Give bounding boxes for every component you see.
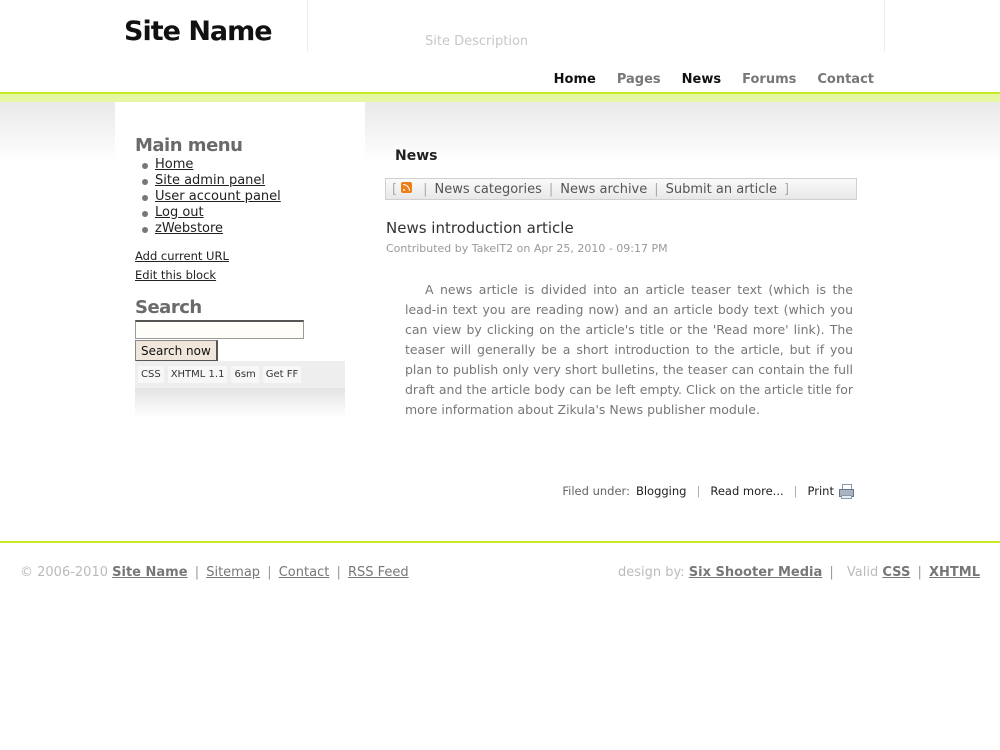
nav-pages[interactable]: Pages <box>617 72 661 91</box>
nav-label: Forums <box>742 72 797 87</box>
nav-news[interactable]: News <box>671 72 732 102</box>
footer-separator: | <box>793 484 798 498</box>
article-teaser: A news article is divided into an articl… <box>405 282 853 417</box>
site-description: Site Description <box>425 34 529 49</box>
valid-xhtml-link[interactable]: XHTML <box>929 565 980 580</box>
header-divider <box>307 0 308 52</box>
bullet-icon <box>142 195 148 201</box>
sitemap-link[interactable]: Sitemap <box>206 565 260 580</box>
rss-icon[interactable] <box>401 181 413 193</box>
filed-under-label: Filed under: <box>562 484 630 498</box>
nav-contact[interactable]: Contact <box>817 72 874 91</box>
rss-feed-link[interactable]: RSS Feed <box>348 565 409 580</box>
valid-label: Valid <box>846 565 879 580</box>
css-badge[interactable]: CSS <box>138 366 164 383</box>
subnav-separator: | <box>548 181 554 197</box>
menu-link-home[interactable]: Home <box>155 157 193 172</box>
header: Site Name Site Description Home Pages Ne… <box>0 0 1000 102</box>
main-nav: Home Pages News Forums Contact <box>533 72 874 102</box>
subnav-open-bracket: [ <box>392 181 398 197</box>
nav-home[interactable]: Home <box>543 72 606 102</box>
badge-strip: CSS XHTML 1.1 6sm Get FF <box>135 361 345 388</box>
footer-separator: | <box>267 565 272 580</box>
add-current-url-link[interactable]: Add current URL <box>135 249 229 263</box>
article-title[interactable]: News introduction article <box>386 219 574 237</box>
get-ff-badge[interactable]: Get FF <box>262 366 302 383</box>
footer-separator: | <box>194 565 200 580</box>
search-button[interactable]: Search now <box>135 340 218 362</box>
bullet-icon <box>142 163 148 169</box>
menu-item-zwebstore: zWebstore <box>135 221 281 237</box>
sidebar: Main menu Home Site admin panel User acc… <box>115 102 365 418</box>
article-footer: Filed under: Blogging | Read more... | P… <box>562 484 854 499</box>
search-input[interactable] <box>135 320 304 339</box>
footer-separator: | <box>336 565 341 580</box>
menu-link-user-account[interactable]: User account panel <box>155 189 281 204</box>
menu-item-home: Home <box>135 157 281 173</box>
nav-label: Pages <box>616 72 661 87</box>
news-categories-link[interactable]: News categories <box>434 182 541 197</box>
submit-article-link[interactable]: Submit an article <box>666 182 777 197</box>
article-meta: Contributed by TakeIT2 on Apr 25, 2010 -… <box>386 242 668 255</box>
xhtml-badge[interactable]: XHTML 1.1 <box>167 366 228 383</box>
search-title: Search <box>135 297 202 318</box>
copyright-text: © 2006-2010 <box>20 565 108 580</box>
footer-accent-line <box>0 541 1000 543</box>
sidebar-shadow <box>135 388 345 418</box>
site-name[interactable]: Site Name <box>124 16 273 47</box>
news-subnav: [ | News categories | News archive | Sub… <box>385 178 857 200</box>
menu-link-site-admin[interactable]: Site admin panel <box>155 173 265 188</box>
6sm-badge[interactable]: 6sm <box>231 366 259 383</box>
bullet-icon <box>142 179 148 185</box>
footer-separator: | <box>829 565 834 580</box>
designer-link[interactable]: Six Shooter Media <box>689 565 822 580</box>
header-accent-bar <box>0 92 1000 102</box>
header-divider <box>884 0 885 52</box>
print-link[interactable]: Print <box>808 484 834 498</box>
category-link[interactable]: Blogging <box>636 484 687 498</box>
footer-right: design by: Six Shooter Media | Valid CSS… <box>618 565 980 580</box>
nav-label: Contact <box>817 72 874 87</box>
nav-label: News <box>681 72 722 87</box>
nav-forums[interactable]: Forums <box>742 72 796 91</box>
printer-icon[interactable] <box>839 484 854 499</box>
footer-separator: | <box>917 565 922 580</box>
main-menu-list: Home Site admin panel User account panel… <box>135 157 281 237</box>
printer-icon-tray <box>841 495 852 499</box>
footer-contact-link[interactable]: Contact <box>279 565 330 580</box>
nav-label: Home <box>553 72 596 87</box>
menu-item-site-admin: Site admin panel <box>135 173 281 189</box>
subnav-close-bracket: ] <box>784 181 790 197</box>
main-menu-title: Main menu <box>135 135 243 156</box>
design-by-label: design by: <box>618 565 685 580</box>
subnav-separator: | <box>654 181 659 197</box>
valid-css-link[interactable]: CSS <box>882 565 910 580</box>
menu-link-zwebstore[interactable]: zWebstore <box>155 221 223 236</box>
read-more-link[interactable]: Read more... <box>710 484 783 498</box>
menu-item-logout: Log out <box>135 205 281 221</box>
footer-site-name-link[interactable]: Site Name <box>112 565 187 580</box>
news-archive-link[interactable]: News archive <box>560 182 647 197</box>
bullet-icon <box>142 227 148 233</box>
footer-separator: | <box>696 484 701 498</box>
menu-item-user-account: User account panel <box>135 189 281 205</box>
footer-left: © 2006-2010 Site Name | Sitemap | Contac… <box>20 565 409 580</box>
subnav-separator: | <box>423 181 428 197</box>
edit-block-link[interactable]: Edit this block <box>135 268 216 282</box>
bullet-icon <box>142 211 148 217</box>
page-title: News <box>395 148 438 164</box>
menu-link-logout[interactable]: Log out <box>155 205 204 220</box>
